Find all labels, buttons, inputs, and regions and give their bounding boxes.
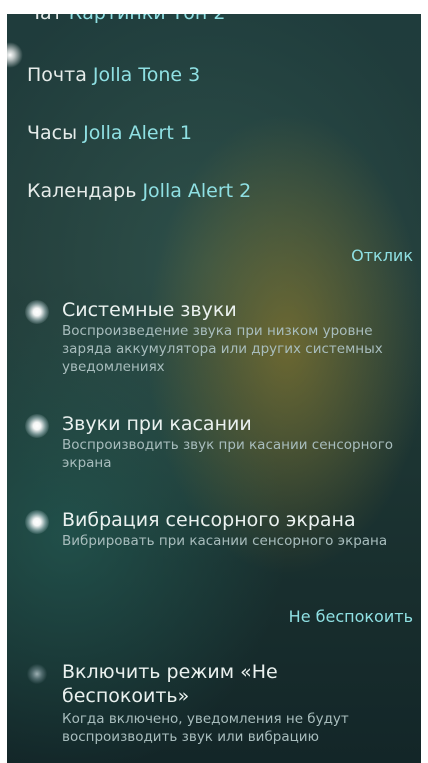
tone-row-label: Почта bbox=[27, 64, 87, 86]
tone-row-label: Чат bbox=[27, 14, 63, 24]
tone-row-mail[interactable]: Почта Jolla Tone 3 bbox=[27, 64, 200, 86]
settings-screen: Чат Картинки Тон 2 ПочтаJolla Tone 3 Часы… bbox=[7, 14, 421, 763]
switch-description: Вибрировать при касании сенсорного экран… bbox=[62, 533, 388, 549]
pulley-indicator-icon bbox=[7, 42, 23, 68]
tone-row-value: Jolla Tone 3 bbox=[92, 64, 201, 86]
tone-row-value: Jolla Alert 1 bbox=[83, 122, 192, 144]
tone-row-calendar[interactable]: Календарь Jolla Alert 2 bbox=[27, 180, 251, 202]
switch-title: Включить режим «Не беспокоить» bbox=[62, 661, 278, 707]
tone-row-value: Картинки Тон 2 bbox=[69, 14, 226, 24]
switch-indicator-icon bbox=[25, 300, 49, 324]
tone-row-label: Часы bbox=[27, 122, 78, 144]
switch-title: Звуки при касании bbox=[62, 413, 252, 435]
switch-indicator-icon bbox=[25, 510, 49, 534]
tone-row-clock[interactable]: Часы Jolla Alert 1 bbox=[27, 122, 192, 144]
switch-title: Системные звуки bbox=[62, 299, 237, 321]
switch-description: Воспроизведение звука при низком уровне … bbox=[62, 323, 383, 375]
tone-row-value: Jolla Alert 2 bbox=[142, 180, 252, 202]
section-header-dnd: Не беспокоить bbox=[288, 607, 413, 626]
switch-description: Воспроизводить звук при касании сенсорно… bbox=[62, 437, 394, 471]
tone-row-label: Календарь bbox=[27, 180, 137, 202]
switch-indicator-icon bbox=[25, 662, 49, 686]
switch-indicator-icon bbox=[25, 414, 49, 438]
tone-row-chat[interactable]: Чат Картинки Тон 2 bbox=[27, 14, 225, 24]
switch-description: Когда включено, уведомления не будут вос… bbox=[62, 711, 349, 745]
section-header-feedback: Отклик bbox=[351, 246, 413, 265]
switch-title: Вибрация сенсорного экрана bbox=[62, 509, 356, 531]
